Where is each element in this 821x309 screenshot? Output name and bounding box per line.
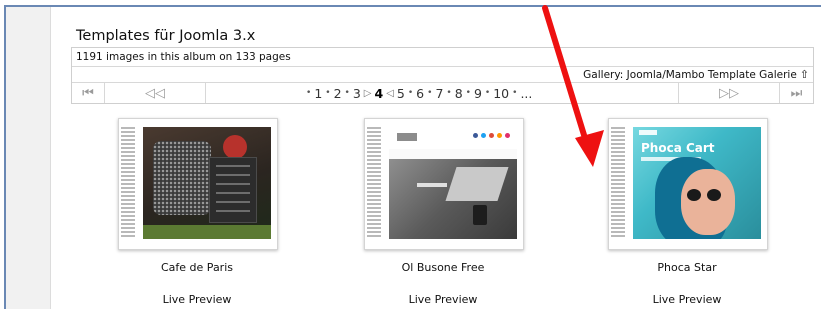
spiral-binding bbox=[367, 127, 381, 239]
template-screenshot[interactable] bbox=[143, 127, 271, 239]
screenshot-decoration bbox=[143, 225, 271, 239]
template-thumbnail-cafe-de-paris[interactable] bbox=[118, 118, 278, 250]
screenshot-decoration bbox=[639, 130, 657, 135]
album-info-box: 1191 images in this album on 133 pages G… bbox=[71, 47, 814, 104]
left-gutter bbox=[6, 7, 50, 309]
screenshot-decoration bbox=[389, 127, 517, 150]
page-link-8[interactable]: 8 bbox=[455, 86, 463, 101]
live-preview-link[interactable]: Live Preview bbox=[364, 293, 522, 306]
screenshot-decoration bbox=[445, 167, 509, 201]
screenshot-decoration bbox=[209, 157, 257, 223]
gallery-link[interactable]: Gallery: Joomla/Mambo Template Galerie ⇧ bbox=[583, 68, 809, 81]
first-page-button[interactable]: ⏮ bbox=[72, 83, 105, 103]
page-bullet: • bbox=[512, 88, 518, 98]
page-link-1[interactable]: 1 bbox=[314, 86, 322, 101]
window-frame-top bbox=[4, 5, 821, 7]
screenshot-decoration bbox=[681, 169, 735, 235]
up-arrow-icon[interactable]: ⇧ bbox=[800, 68, 809, 81]
page-number-list: • 1 • 2 • 3 ▷ 4 ◁ 5 • 6 • 7 • 8 • 9 • 10… bbox=[306, 84, 636, 102]
first-page-icon[interactable]: ⏮ bbox=[82, 86, 94, 101]
pages-ellipsis: ... bbox=[520, 85, 533, 101]
page-link-6[interactable]: 6 bbox=[416, 86, 424, 101]
album-title: Templates für Joomla 3.x bbox=[76, 28, 256, 44]
current-page-right-marker-icon: ◁ bbox=[386, 87, 394, 99]
page-link-10[interactable]: 10 bbox=[493, 86, 509, 101]
last-page-icon[interactable]: ⏭ bbox=[791, 86, 803, 101]
page-bullet: • bbox=[446, 88, 452, 98]
page-link-3[interactable]: 3 bbox=[353, 86, 361, 101]
spiral-binding bbox=[121, 127, 135, 239]
template-thumbnail-ol-busone-free[interactable] bbox=[364, 118, 524, 250]
page-link-2[interactable]: 2 bbox=[334, 86, 342, 101]
screenshot-decoration bbox=[687, 189, 701, 201]
last-page-button[interactable]: ⏭ bbox=[780, 83, 813, 103]
live-preview-link[interactable]: Live Preview bbox=[118, 293, 276, 306]
screenshot-title: Phoca Cart bbox=[641, 141, 715, 155]
template-name[interactable]: Ol Busone Free bbox=[364, 261, 522, 274]
template-screenshot[interactable]: Phoca Cart bbox=[633, 127, 761, 239]
gutter-divider bbox=[50, 7, 51, 309]
page-bullet: • bbox=[407, 88, 414, 98]
template-name[interactable]: Cafe de Paris bbox=[118, 261, 276, 274]
current-page-left-marker-icon: ▷ bbox=[363, 87, 372, 99]
image-count: 1191 images in this album on 133 pages bbox=[76, 51, 291, 63]
gallery-link-label[interactable]: Gallery: Joomla/Mambo Template Galerie bbox=[583, 69, 797, 81]
info-divider bbox=[72, 66, 813, 67]
template-thumbnail-phoca-star[interactable]: Phoca Cart bbox=[608, 118, 768, 250]
next-pages-icon[interactable]: ▷▷ bbox=[719, 86, 739, 101]
screenshot-decoration bbox=[389, 149, 517, 159]
previous-pages-button[interactable]: ◁◁ bbox=[105, 83, 206, 103]
page-bullet: • bbox=[427, 88, 433, 98]
screenshot-decoration bbox=[707, 189, 721, 201]
page-bullet: • bbox=[306, 88, 312, 98]
pagination-bar: ⏮ ◁◁ ▷▷ ⏭ • 1 • 2 • 3 ▷ 4 ◁ 5 • 6 • 7 • bbox=[72, 82, 813, 103]
template-name[interactable]: Phoca Star bbox=[608, 261, 766, 274]
current-page: 4 bbox=[374, 85, 384, 101]
template-screenshot[interactable] bbox=[389, 127, 517, 239]
page-bullet: • bbox=[344, 88, 350, 98]
previous-pages-icon[interactable]: ◁◁ bbox=[145, 86, 165, 101]
screenshot-decoration bbox=[473, 205, 487, 225]
screenshot-decoration bbox=[417, 183, 447, 187]
live-preview-link[interactable]: Live Preview bbox=[608, 293, 766, 306]
screenshot-decoration bbox=[153, 141, 211, 215]
next-pages-button[interactable]: ▷▷ bbox=[679, 83, 780, 103]
page-link-5[interactable]: 5 bbox=[397, 86, 405, 101]
spiral-binding bbox=[611, 127, 625, 239]
page-link-9[interactable]: 9 bbox=[474, 86, 482, 101]
page-bullet: • bbox=[325, 88, 331, 98]
screenshot-decoration bbox=[223, 135, 247, 159]
arrow-head-icon bbox=[575, 130, 604, 167]
page-bullet: • bbox=[484, 88, 491, 98]
page-bullet: • bbox=[465, 88, 471, 98]
page-link-7[interactable]: 7 bbox=[435, 86, 443, 101]
